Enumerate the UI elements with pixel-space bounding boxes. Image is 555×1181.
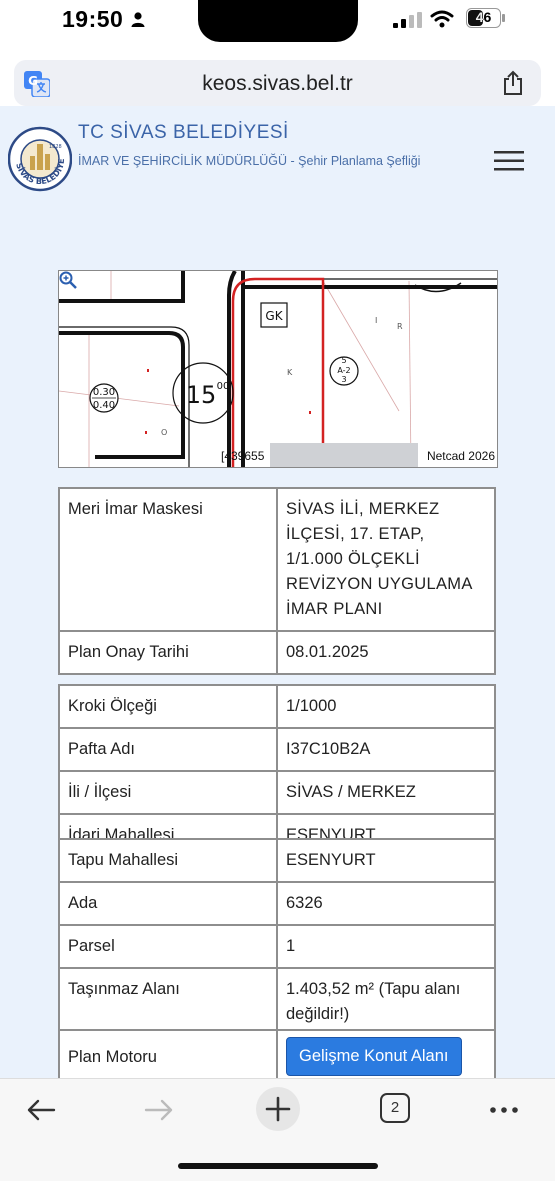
map-credit: Netcad 2026: [426, 449, 495, 463]
forward-arrow-icon[interactable]: [142, 1093, 176, 1127]
sivas-belediyesi-logo[interactable]: 1828 SİVAS BELEDİYESİ: [8, 126, 72, 192]
url-text[interactable]: keos.sivas.bel.tr: [14, 72, 541, 96]
map-label-parcel-no: 15: [186, 381, 217, 409]
new-tab-button[interactable]: [256, 1087, 300, 1131]
table-key: İli / İlçesi: [58, 770, 278, 815]
table-row: Pafta Adı I37C10B2A: [58, 727, 496, 772]
table-key: Ada: [58, 881, 278, 926]
browser-address-area: G keos.sivas.bel.tr: [0, 44, 555, 106]
plus-icon: [265, 1096, 291, 1122]
site-header: 1828 SİVAS BELEDİYESİ TC SİVAS BELEDİYES…: [0, 106, 555, 216]
table-key: Tapu Mahallesi: [58, 838, 278, 883]
map-letter-i: I: [375, 316, 377, 325]
status-time: 19:50: [62, 6, 124, 32]
map-label-ratio-top: 0.30: [93, 387, 115, 398]
table-key: Plan Onay Tarihi: [58, 630, 278, 675]
wifi-icon: [430, 10, 454, 28]
table-row: Plan Motoru Gelişme Konut Alanı: [58, 1029, 496, 1084]
table-row: Kroki Ölçeği 1/1000: [58, 684, 496, 729]
site-title[interactable]: TC SİVAS BELEDİYESİ: [78, 122, 289, 144]
table-value: SİVAS İLİ, MERKEZ İLÇESİ, 17. ETAP, 1/1.…: [276, 487, 496, 632]
table-key: Pafta Adı: [58, 727, 278, 772]
parcel-map-drawing: GK 0.30 0.40 15 00 5 A-2 3 K R I O: [59, 271, 497, 467]
site-subtitle: İMAR VE ŞEHİRCİLİK MÜDÜRLÜĞÜ - Şehir Pla…: [78, 154, 421, 168]
logo-year: 1828: [49, 144, 62, 150]
table-value: 1/1000: [276, 684, 496, 729]
map-coordinate-text: [439655: [221, 449, 265, 463]
table-row: Meri İmar Maskesi SİVAS İLİ, MERKEZ İLÇE…: [58, 487, 496, 632]
table-row: Tapu Mahallesi ESENYURT: [58, 838, 496, 883]
plan-info-table: Meri İmar Maskesi SİVAS İLİ, MERKEZ İLÇE…: [58, 487, 496, 675]
table-row: Taşınmaz Alanı 1.403,52 m² (Tapu alanı d…: [58, 967, 496, 1037]
table-value: I37C10B2A: [276, 727, 496, 772]
table-key: Parsel: [58, 924, 278, 969]
plan-motor-table: Plan Motoru Gelişme Konut Alanı: [58, 1029, 496, 1084]
share-icon[interactable]: [501, 70, 525, 96]
map-letter-r: R: [397, 322, 403, 331]
tapu-info-table: Tapu Mahallesi ESENYURT Ada 6326 Parsel …: [58, 838, 496, 1037]
back-arrow-icon[interactable]: [24, 1093, 58, 1127]
battery-level: 46: [475, 9, 492, 25]
address-bar[interactable]: G keos.sivas.bel.tr: [14, 60, 541, 106]
map-label-gk: GK: [265, 309, 283, 323]
redacted-area: [270, 443, 418, 467]
map-label-zone-bottom: 3: [341, 375, 346, 384]
table-row: Ada 6326: [58, 881, 496, 926]
table-row: Parsel 1: [58, 924, 496, 969]
map-label-zone-mid: A-2: [337, 366, 350, 375]
zoom-icon[interactable]: [59, 271, 77, 289]
map-label-parcel-sup: 00: [217, 381, 230, 392]
table-value: 08.01.2025: [276, 630, 496, 675]
table-row: İli / İlçesi SİVAS / MERKEZ: [58, 770, 496, 815]
table-key: Plan Motoru: [58, 1029, 278, 1084]
battery-icon: 46: [466, 8, 506, 28]
status-bar: 19:50 46: [0, 0, 555, 44]
table-value: SİVAS / MERKEZ: [276, 770, 496, 815]
kroki-info-table: Kroki Ölçeği 1/1000 Pafta Adı I37C10B2A …: [58, 684, 496, 858]
plan-motor-button[interactable]: Gelişme Konut Alanı: [286, 1037, 462, 1076]
map-label-ratio-bottom: 0.40: [93, 400, 115, 411]
dynamic-island: [198, 0, 358, 42]
map-label-zone-top: 5: [341, 356, 346, 365]
map-letter-o: O: [161, 428, 167, 437]
person-icon: [131, 12, 145, 27]
table-key: Kroki Ölçeği: [58, 684, 278, 729]
table-value: ESENYURT: [276, 838, 496, 883]
table-value: 6326: [276, 881, 496, 926]
map-letter-k: K: [287, 368, 293, 377]
cellular-signal-icon: [393, 12, 422, 28]
table-key: Taşınmaz Alanı: [58, 967, 278, 1037]
home-indicator: [178, 1163, 378, 1169]
tabs-icon[interactable]: 2: [380, 1093, 410, 1123]
parcel-map[interactable]: GK 0.30 0.40 15 00 5 A-2 3 K R I O [4396…: [58, 270, 498, 468]
table-value: 1.403,52 m² (Tapu alanı değildir!): [276, 967, 496, 1037]
table-key: Meri İmar Maskesi: [58, 487, 278, 632]
hamburger-menu-icon[interactable]: [494, 150, 524, 172]
table-row: Plan Onay Tarihi 08.01.2025: [58, 630, 496, 675]
table-value: 1: [276, 924, 496, 969]
more-dots-icon[interactable]: [488, 1093, 522, 1127]
